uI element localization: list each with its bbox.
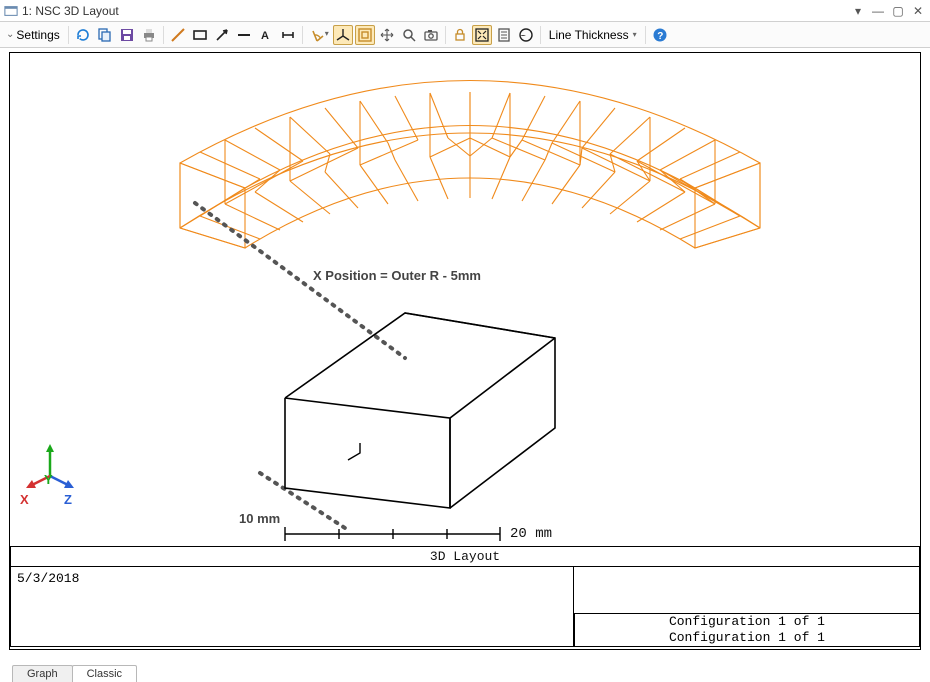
segment-tool[interactable] <box>234 25 254 45</box>
help-button[interactable]: ? <box>650 25 670 45</box>
title-bar: 1: NSC 3D Layout ▾ — ▢ ✕ <box>0 0 930 22</box>
config-line-1: Configuration 1 of 1 <box>581 614 913 630</box>
toolbar-separator <box>302 26 303 44</box>
toolbar-separator <box>163 26 164 44</box>
properties-button[interactable] <box>494 25 514 45</box>
frame-inset-button[interactable] <box>355 25 375 45</box>
scale-bar-icon <box>285 527 500 541</box>
minimize-button[interactable]: — <box>870 4 886 18</box>
fit-to-window-button[interactable] <box>472 25 492 45</box>
axis-z-letter: Z <box>64 492 72 507</box>
bottom-tabs: Graph Classic <box>0 659 930 681</box>
print-button[interactable] <box>139 25 159 45</box>
window-menu-icon[interactable]: ▾ <box>850 4 866 18</box>
toolbar-separator <box>540 26 541 44</box>
save-button[interactable] <box>117 25 137 45</box>
axis-x-letter: X <box>20 492 29 507</box>
annotation-x-position: X Position = Outer R - 5mm <box>313 268 481 283</box>
tab-classic[interactable]: Classic <box>72 665 137 682</box>
info-config: Configuration 1 of 1 Configuration 1 of … <box>574 613 919 647</box>
close-button[interactable]: ✕ <box>910 4 926 18</box>
axis-y-letter: Y <box>44 472 53 487</box>
svg-text:A: A <box>261 30 269 42</box>
copy-button[interactable] <box>95 25 115 45</box>
toolbar-separator <box>68 26 69 44</box>
curved-wireframe-icon <box>180 81 760 249</box>
info-title: 3D Layout <box>11 547 919 567</box>
dimension-tool[interactable] <box>278 25 298 45</box>
camera-button[interactable] <box>421 25 441 45</box>
settings-dropdown[interactable]: ⌄ Settings <box>4 28 64 42</box>
view-angle-button[interactable] <box>307 25 327 45</box>
window-icon <box>4 4 18 18</box>
rectangle-tool[interactable] <box>190 25 210 45</box>
config-line-2: Configuration 1 of 1 <box>581 630 913 646</box>
mode-button[interactable] <box>516 25 536 45</box>
toolbar-separator <box>445 26 446 44</box>
scale-right-label: 20 mm <box>510 526 552 542</box>
info-block: 3D Layout 5/3/2018 Configuration 1 of 1 … <box>10 546 920 648</box>
toolbar: ⌄ Settings A ▾ <box>0 22 930 48</box>
refresh-button[interactable] <box>73 25 93 45</box>
info-right-empty <box>574 567 919 613</box>
line-thickness-label: Line Thickness <box>549 28 629 42</box>
arrow-tool[interactable] <box>212 25 232 45</box>
draw-line-tool[interactable] <box>168 25 188 45</box>
svg-text:?: ? <box>657 31 663 42</box>
line-thickness-dropdown[interactable]: Line Thickness ▾ <box>545 28 641 42</box>
text-tool[interactable]: A <box>256 25 276 45</box>
axis-triad-button[interactable] <box>333 25 353 45</box>
toolbar-separator <box>645 26 646 44</box>
leader-lines-icon <box>195 203 405 528</box>
dropdown-chevron-icon[interactable]: ▾ <box>325 29 329 38</box>
settings-label: Settings <box>16 28 59 42</box>
scale-left-label: 10 mm <box>239 511 280 526</box>
tab-graph[interactable]: Graph <box>12 665 73 682</box>
lock-button[interactable] <box>450 25 470 45</box>
info-date: 5/3/2018 <box>11 567 574 613</box>
settings-chevron-icon: ⌄ <box>6 29 14 40</box>
move-tool[interactable] <box>377 25 397 45</box>
box-wireframe-icon <box>285 313 555 508</box>
viewport[interactable]: X Position = Outer R - 5mm 10 mm 20 mm X… <box>0 48 930 659</box>
zoom-tool[interactable] <box>399 25 419 45</box>
maximize-button[interactable]: ▢ <box>890 4 906 18</box>
dropdown-chevron-icon: ▾ <box>633 30 637 39</box>
window-title: 1: NSC 3D Layout <box>22 4 119 18</box>
